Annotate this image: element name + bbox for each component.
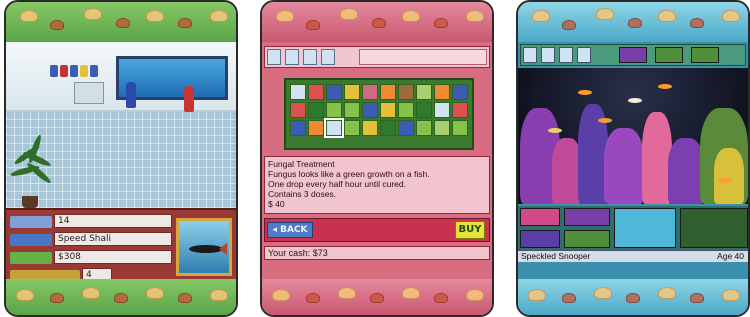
- fish[interactable]: [578, 90, 592, 95]
- customer: [184, 86, 194, 112]
- grid-item[interactable]: [398, 120, 414, 136]
- fish-category-button[interactable]: [267, 49, 281, 65]
- product-shelf: [50, 62, 110, 77]
- grid-item[interactable]: [416, 84, 432, 100]
- field-label: [10, 234, 52, 246]
- fish-age: Age 40: [717, 251, 744, 261]
- action-bar: ◂ BACK BUY: [264, 218, 490, 242]
- grid-item[interactable]: [362, 102, 378, 118]
- item-desc-line: Fungus looks like a green growth on a fi…: [268, 169, 430, 179]
- shell-border-top: [518, 2, 748, 42]
- grid-item[interactable]: [434, 84, 450, 100]
- grid-item[interactable]: [416, 102, 432, 118]
- grid-item[interactable]: [344, 120, 360, 136]
- fish[interactable]: [598, 118, 612, 123]
- grid-item[interactable]: [380, 102, 396, 118]
- grid-item-selected[interactable]: [324, 118, 344, 138]
- tool-button[interactable]: [577, 47, 591, 63]
- grid-item[interactable]: [290, 84, 306, 100]
- grid-item[interactable]: [380, 120, 396, 136]
- selected-fish-preview[interactable]: [614, 208, 676, 248]
- grid-item[interactable]: [452, 102, 468, 118]
- grid-item[interactable]: [326, 102, 342, 118]
- shop-toolbar: [264, 46, 490, 68]
- options-button[interactable]: [520, 230, 560, 248]
- fish[interactable]: [718, 178, 732, 183]
- remove-button[interactable]: [564, 208, 610, 226]
- field-value: Speed Shali: [54, 232, 172, 246]
- shopkeeper: [126, 82, 136, 108]
- category-tab-strip: [359, 49, 487, 65]
- shell-border-top: [6, 2, 236, 42]
- field-value: $308: [54, 250, 172, 264]
- store-counter: [74, 82, 104, 104]
- fish-stats-panel: [680, 208, 748, 248]
- grid-item[interactable]: [434, 120, 450, 136]
- fish[interactable]: [628, 98, 642, 103]
- item-desc-line: Contains 3 doses.: [268, 189, 337, 199]
- grid-item[interactable]: [380, 84, 396, 100]
- field-label: [10, 216, 52, 228]
- grid-item[interactable]: [434, 102, 450, 118]
- item-title: Fungal Treatment: [268, 159, 335, 169]
- bait-button[interactable]: [564, 230, 610, 248]
- aquarium-controls: [518, 206, 748, 250]
- cash-display: Your cash: $73: [264, 246, 490, 260]
- decor-category-button[interactable]: [321, 49, 335, 65]
- grid-item[interactable]: [290, 102, 306, 118]
- grid-item[interactable]: [344, 102, 360, 118]
- fish[interactable]: [658, 84, 672, 89]
- tool-button[interactable]: [559, 47, 573, 63]
- grid-item[interactable]: [416, 120, 432, 136]
- potted-plant: [9, 133, 53, 208]
- item-desc-line: One drop every half hour until cured.: [268, 179, 406, 189]
- store-screen: 14 Speed Shali $308 4: [4, 0, 238, 317]
- item-description: Fungal Treatment Fungus looks like a gre…: [264, 156, 490, 214]
- grid-item[interactable]: [452, 120, 468, 136]
- grid-item[interactable]: [308, 102, 324, 118]
- fish-name: Speckled Snooper: [521, 251, 591, 261]
- medicine-category-button[interactable]: [303, 49, 317, 65]
- grid-item[interactable]: [326, 84, 342, 100]
- field-value: 14: [54, 214, 172, 228]
- feed-button[interactable]: [520, 208, 560, 226]
- fish-info-panel: 14 Speed Shali $308 4: [6, 208, 236, 284]
- grid-item[interactable]: [398, 84, 414, 100]
- shop-body: Fungal Treatment Fungus looks like a gre…: [262, 42, 492, 279]
- buy-button[interactable]: BUY: [455, 221, 485, 239]
- tab-green[interactable]: [655, 47, 683, 63]
- grid-item[interactable]: [398, 102, 414, 118]
- grid-item[interactable]: [344, 84, 360, 100]
- shell-border-bottom: [262, 279, 492, 315]
- tool-button[interactable]: [523, 47, 537, 63]
- pet-store-scene: [6, 42, 236, 208]
- shell-border-top: [262, 2, 492, 42]
- tool-button[interactable]: [541, 47, 555, 63]
- fish-status-bar: Speckled Snooper Age 40: [518, 250, 748, 262]
- back-button[interactable]: ◂ BACK: [267, 222, 313, 238]
- fish-thumbnail[interactable]: [176, 218, 232, 276]
- grid-item[interactable]: [362, 84, 378, 100]
- fish[interactable]: [548, 128, 562, 133]
- grid-item[interactable]: [290, 120, 306, 136]
- shell-border-bottom: [6, 279, 236, 315]
- grid-item[interactable]: [308, 84, 324, 100]
- grid-item[interactable]: [452, 84, 468, 100]
- tab-green[interactable]: [691, 47, 719, 63]
- food-category-button[interactable]: [285, 49, 299, 65]
- grid-item[interactable]: [308, 120, 324, 136]
- aquarium-body: Speckled Snooper Age 40: [518, 42, 748, 279]
- shell-border-bottom: [518, 279, 748, 315]
- aquarium-toolbar: [520, 44, 746, 66]
- grid-item[interactable]: [362, 120, 378, 136]
- field-label: [10, 252, 52, 264]
- aquarium-screen: Speckled Snooper Age 40: [516, 0, 750, 317]
- shop-items-screen: Fungal Treatment Fungus looks like a gre…: [260, 0, 494, 317]
- aquarium-tank[interactable]: [518, 68, 748, 204]
- item-price: $ 40: [268, 199, 285, 209]
- item-grid: [284, 78, 474, 150]
- tab-purple[interactable]: [619, 47, 647, 63]
